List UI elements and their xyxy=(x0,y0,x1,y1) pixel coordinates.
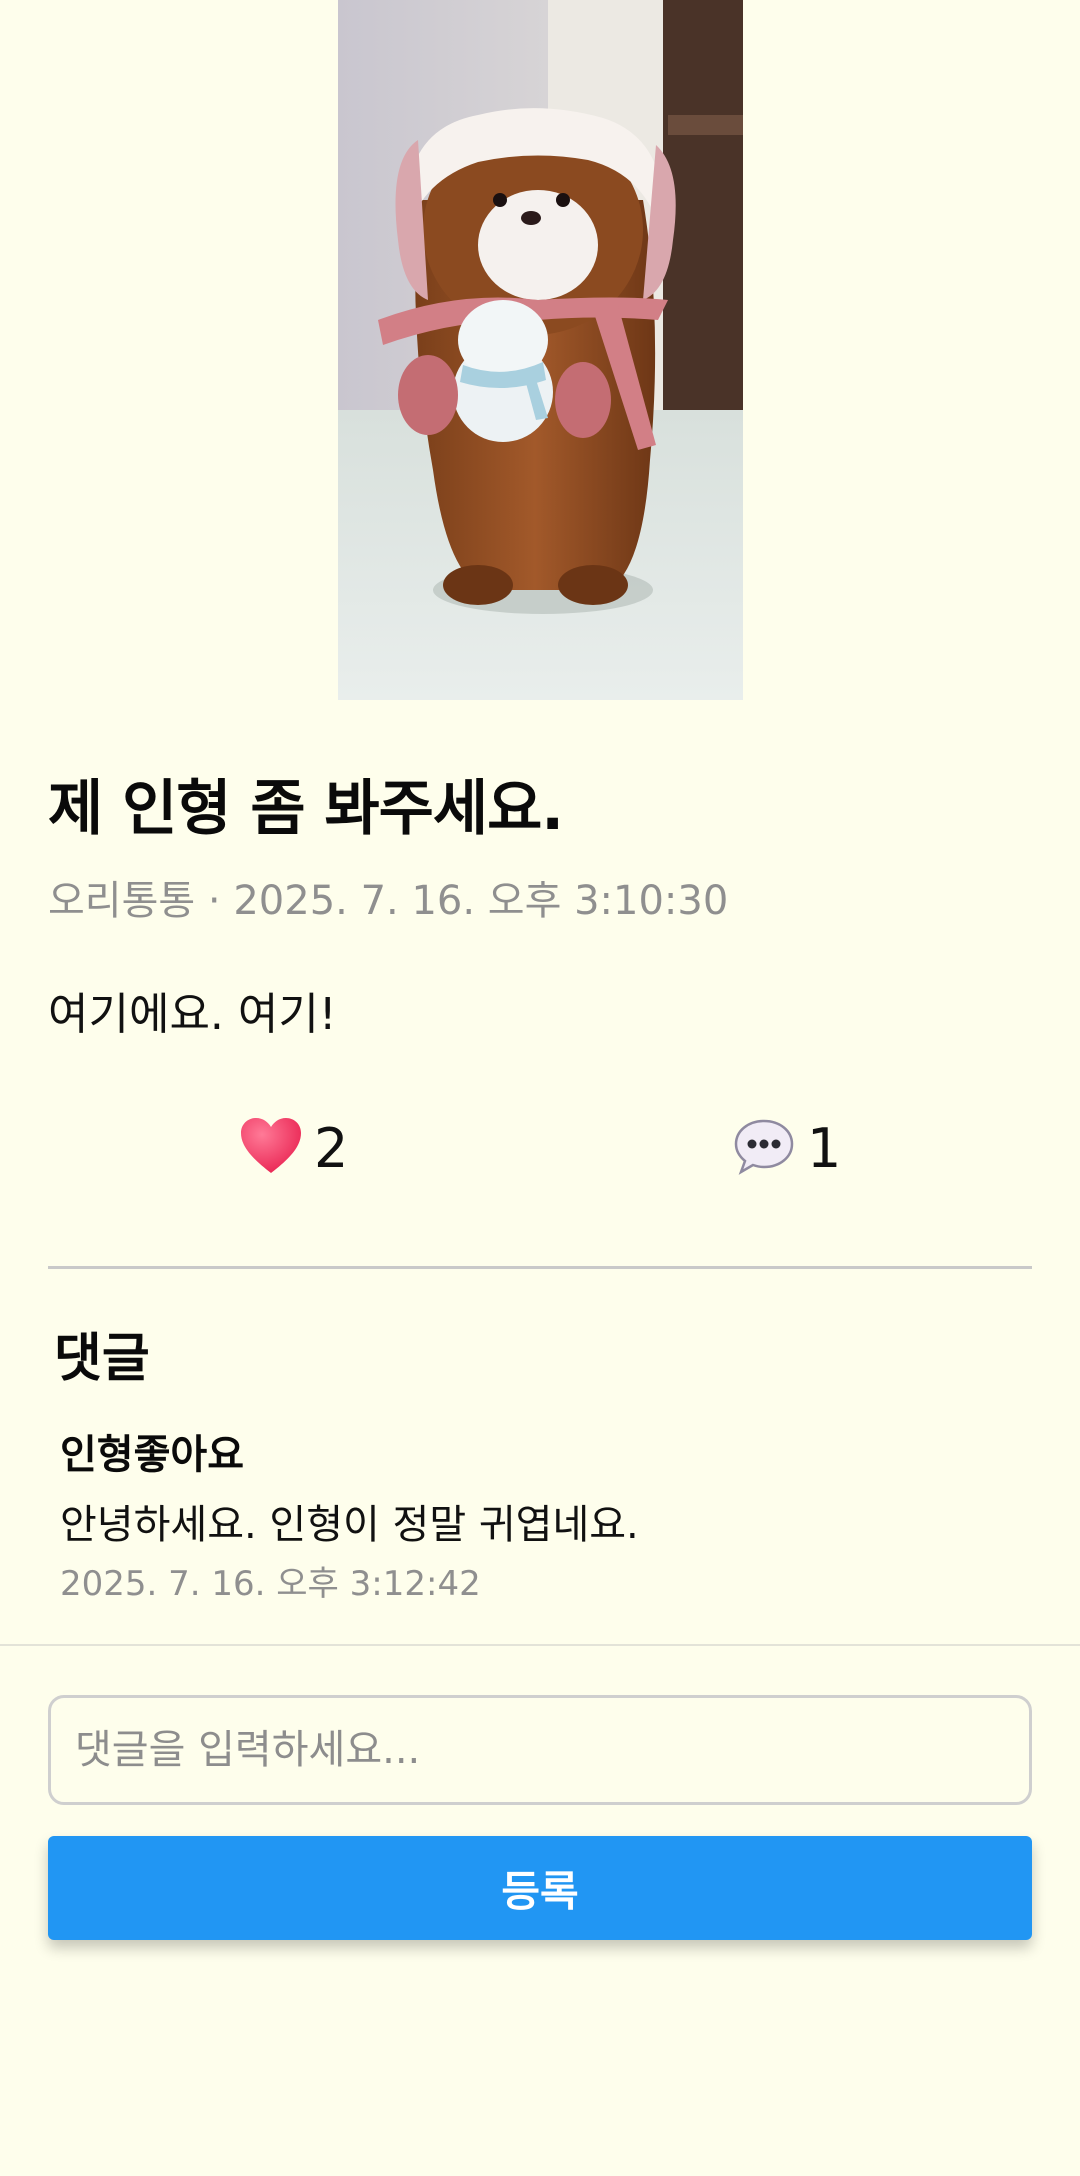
heart-icon xyxy=(240,1117,302,1179)
speech-bubble-icon xyxy=(733,1117,795,1179)
post-image xyxy=(338,0,743,700)
submit-comment-button[interactable]: 등록 xyxy=(48,1836,1032,1940)
otter-plush-photo xyxy=(338,0,743,700)
post-body: 여기에요. 여기! xyxy=(48,989,337,1040)
post-title: 제 인형 좀 봐주세요. xyxy=(48,774,564,844)
comment-timestamp: 2025. 7. 16. 오후 3:12:42 xyxy=(60,1564,481,1604)
comment-input[interactable] xyxy=(48,1695,1032,1805)
divider xyxy=(48,1266,1032,1269)
comment-count-button[interactable]: 1 xyxy=(733,1112,841,1184)
like-count: 2 xyxy=(314,1116,349,1180)
comment-count: 1 xyxy=(807,1116,842,1180)
comment-author: 인형좋아요 xyxy=(60,1432,244,1478)
comment-text: 안녕하세요. 인형이 정말 귀엽네요. xyxy=(60,1502,639,1548)
comments-heading: 댓글 xyxy=(54,1329,150,1389)
input-separator xyxy=(0,1644,1080,1646)
like-button[interactable]: 2 xyxy=(240,1112,348,1184)
post-meta: 오리통통 · 2025. 7. 16. 오후 3:10:30 xyxy=(48,878,729,924)
